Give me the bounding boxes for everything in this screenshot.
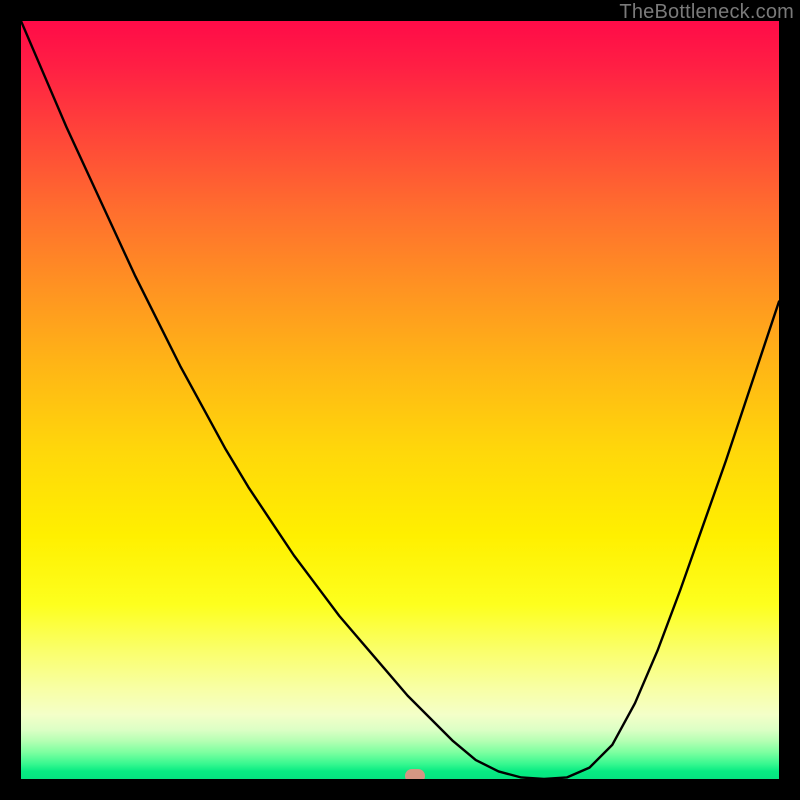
watermark-text: TheBottleneck.com	[619, 1, 794, 24]
chart-frame: TheBottleneck.com	[0, 0, 800, 800]
optimum-marker	[405, 769, 425, 779]
bottleneck-curve	[21, 21, 779, 779]
plot-area	[21, 21, 779, 779]
